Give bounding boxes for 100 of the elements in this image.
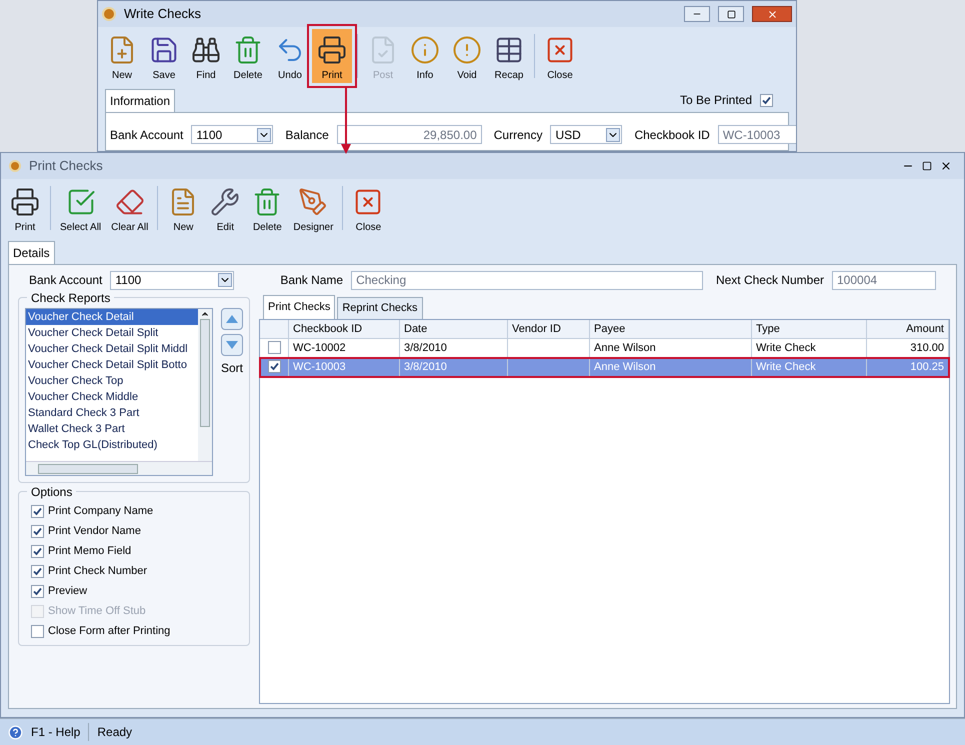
toolbar-button[interactable]: Void [447,29,487,83]
maximize-button[interactable] [922,161,932,171]
tab[interactable]: Print Checks [263,295,336,318]
report-list-item[interactable]: Voucher Check Detail Split Middl [26,341,198,357]
up-triangle-icon [226,315,238,323]
warning-icon [452,35,482,65]
trash-can-icon [233,35,263,65]
option-label: Print Check Number [48,564,148,580]
tab[interactable]: Details [8,241,55,264]
column-header[interactable]: Date [400,320,508,338]
option-label: Show Time Off Stub [48,604,146,620]
report-list-item[interactable]: Voucher Check Detail Split Botto [26,357,198,373]
maximize-icon [726,10,736,18]
toolbar-button[interactable]: Print [312,29,352,83]
table-cell: Anne Wilson [590,358,752,376]
info-icon [410,35,440,65]
checkbox[interactable] [31,545,44,558]
input-field[interactable]: 29,850.00 [336,125,482,144]
wrench-icon [210,187,240,217]
dropdown-field[interactable]: 1100 [110,270,234,290]
toolbar-button[interactable]: Clear All [107,181,152,235]
close-icon [766,8,778,20]
report-list-item[interactable]: Voucher Check Top [26,373,198,389]
toolbar-button[interactable]: Delete [228,29,268,83]
close-button[interactable] [940,160,952,172]
toolbar-button[interactable]: Close [540,29,580,83]
app-logo-icon [102,7,116,21]
tab[interactable]: Reprint Checks [337,297,423,318]
vertical-scrollbar[interactable] [198,309,212,461]
field-label: Balance [285,126,329,142]
dropdown-field[interactable]: 1100 [191,125,274,144]
maximize-icon [922,161,932,171]
checkbox[interactable] [31,525,44,538]
close-icon [545,35,575,65]
toolbar-button[interactable]: Recap [489,29,529,83]
input-field[interactable]: Checking [351,270,704,290]
field-label: To Be Printed [680,92,752,108]
app-logo-icon [9,160,21,172]
tab[interactable]: Information [105,89,176,112]
checkbox[interactable] [268,341,280,354]
checkbox[interactable] [760,94,773,106]
toolbar-button[interactable]: Delete [247,181,288,235]
table-cell: Write Check [752,358,867,376]
column-header[interactable]: Type [752,320,867,338]
field-label: Currency [494,126,542,142]
checkbox[interactable] [31,565,44,578]
column-header[interactable]: Payee [590,320,752,338]
field-label: Next Check Number [716,272,824,288]
checkbox[interactable] [31,625,44,638]
clipboard-check-icon [66,187,96,217]
report-list-item[interactable]: Check Top GL(Distributed) [26,437,198,453]
checkbox[interactable] [268,360,280,373]
column-header[interactable]: Checkbook ID [289,320,400,338]
toolbar-button[interactable]: Find [186,29,226,83]
report-list-item[interactable]: Voucher Check Detail [26,309,198,325]
input-field[interactable]: WC-10003 [718,125,796,144]
window-title: Write Checks [124,5,202,24]
toolbar-button[interactable]: Edit [205,181,246,235]
toolbar-button[interactable]: Info [405,29,445,83]
toolbar-button[interactable]: Designer [289,181,338,235]
column-header[interactable]: Amount [867,320,949,338]
table-cell: WC-10003 [289,358,400,376]
checkbox[interactable] [31,585,44,598]
toolbar-button[interactable]: Select All [56,181,106,235]
input-field[interactable]: 100004 [832,270,936,290]
help-hint: F1 - Help [31,724,80,740]
arrow-icon [340,86,352,156]
table-icon [494,35,524,65]
field-label: Checkbook ID [634,126,710,142]
window-title: Print Checks [29,157,104,176]
toolbar-button[interactable]: Save [144,29,184,83]
group-title: Check Reports [27,290,114,306]
horizontal-scrollbar[interactable] [26,461,212,475]
help-icon [8,724,23,740]
toolbar-button[interactable]: Print [5,181,45,235]
toolbar-button[interactable]: Undo [270,29,310,83]
move-down-button[interactable] [220,334,243,356]
table-cell: 100.25 [867,358,949,376]
report-list-item[interactable]: Voucher Check Detail Split [26,325,198,341]
status-text: Ready [97,724,132,740]
toolbar-button[interactable]: New [163,181,204,235]
report-list-item[interactable]: Voucher Check Middle [26,389,198,405]
report-list-item[interactable]: Standard Check 3 Part [26,405,198,421]
maximize-button[interactable] [718,6,744,22]
printer-icon [10,187,40,217]
toolbar-button[interactable]: Close [348,181,388,235]
binoculars-icon [191,35,221,65]
close-icon [940,160,952,172]
close-button[interactable] [752,6,792,22]
toolbar-button[interactable]: New [102,29,142,83]
option-label: Print Memo Field [48,544,132,560]
report-list-item[interactable]: Wallet Check 3 Part [26,421,198,437]
printer-icon [317,35,347,65]
checkbox[interactable] [31,505,44,518]
option-label: Print Company Name [48,504,154,520]
column-header[interactable]: Vendor ID [508,320,590,338]
table-cell: 3/8/2010 [400,358,508,376]
field-label: Bank Account [110,126,184,142]
move-up-button[interactable] [220,308,243,330]
dropdown-field[interactable]: USD [550,125,622,144]
